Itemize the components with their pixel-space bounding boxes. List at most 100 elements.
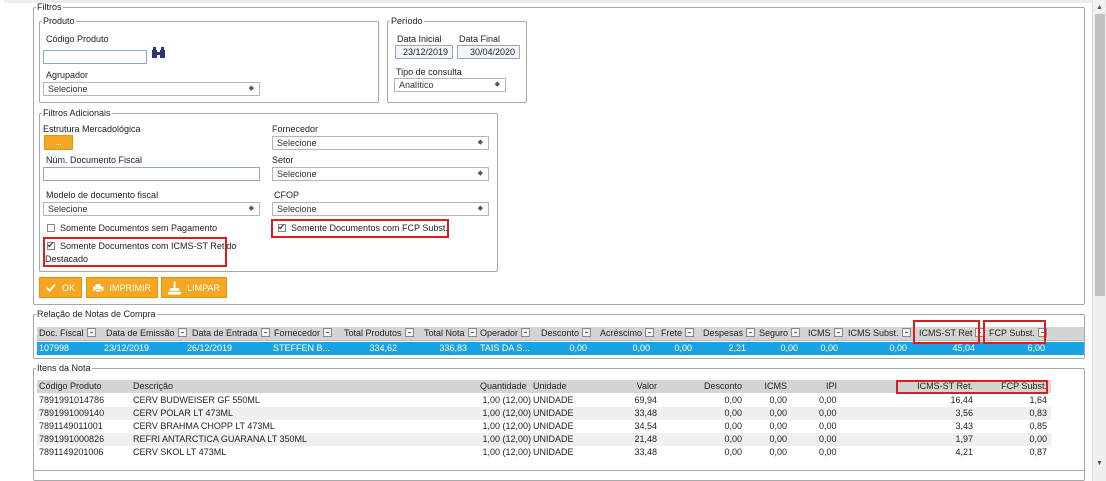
table-cell: 6,00 [1027, 343, 1045, 353]
col-header[interactable]: Desconto [702, 381, 742, 391]
table-cell: 0,00 [724, 408, 742, 418]
tipo-consulta-select[interactable]: Analítico ◆ [394, 78, 506, 92]
col-header[interactable]: Quantidade [480, 381, 527, 391]
col-header[interactable]: Valor [617, 381, 657, 391]
table-row[interactable]: 7891149011001 CERV BRAHMA CHOPP LT 473ML… [37, 420, 1051, 433]
table-cell: 34,54 [634, 421, 657, 431]
relacao-notas-legend: Relação de Notas de Compra [37, 309, 156, 319]
setor-select[interactable]: Selecione ◆ [272, 167, 489, 181]
table-cell: 1,00 (12,00) [482, 434, 531, 444]
fornecedor-select[interactable]: Selecione ◆ [272, 136, 489, 150]
col-header[interactable]: Acréscimo [600, 328, 655, 338]
col-header[interactable]: Operador [480, 328, 531, 338]
column-menu-icon[interactable] [260, 328, 270, 337]
table-row[interactable]: 7891991000826 REFRI ANTARCTICA GUARANA L… [37, 433, 1051, 446]
agrupador-select[interactable]: Selecione ◆ [43, 82, 260, 96]
col-header[interactable]: ICMS [808, 328, 843, 338]
column-menu-icon[interactable] [685, 328, 695, 337]
col-header[interactable]: Unidade [533, 381, 567, 391]
table-cell: 7891991014786 [39, 395, 105, 405]
table-row[interactable]: 7891149201006 CERV SKOL LT 473ML 1,00 (1… [37, 446, 1051, 459]
column-menu-icon[interactable] [791, 328, 801, 337]
col-header[interactable]: ICMS Subst. [848, 328, 911, 338]
column-menu-icon[interactable] [404, 328, 414, 337]
table-cell: UNIDADE [533, 421, 574, 431]
select-arrow-icon: ◆ [477, 205, 483, 212]
table-cell: 0,00 [819, 408, 837, 418]
column-menu-icon[interactable] [746, 328, 756, 337]
table-cell: CERV POLAR LT 473ML [133, 408, 234, 418]
col-header[interactable]: IPI [797, 381, 837, 391]
col-header[interactable]: Total Nota [424, 328, 477, 338]
col-header[interactable]: Código Produto [39, 381, 102, 391]
codigo-produto-input[interactable] [43, 50, 147, 64]
table-cell: UNIDADE [533, 447, 574, 457]
table-cell: UNIDADE [533, 395, 574, 405]
table-cell: 1,64 [1029, 395, 1047, 405]
vertical-scrollbar[interactable]: ▲ ▼ [1092, 0, 1106, 481]
table-cell: 1,00 (12,00) [482, 447, 531, 457]
column-menu-icon[interactable] [521, 328, 531, 337]
column-menu-icon[interactable] [86, 328, 96, 337]
table-cell: CERV BUDWEISER GF 550ML [133, 395, 260, 405]
table-cell: UNIDADE [533, 408, 574, 418]
select-arrow-icon: ◆ [248, 85, 254, 92]
highlight-icms-st-ret-column [913, 320, 980, 344]
modelo-documento-select[interactable]: Selecione ◆ [43, 202, 260, 216]
col-header[interactable]: Desconto [541, 328, 592, 338]
eraser-icon [168, 280, 182, 295]
scroll-up-arrow-icon[interactable]: ▲ [1096, 4, 1103, 11]
ok-button[interactable]: OK [39, 277, 82, 298]
limpar-button[interactable]: LIMPAR [161, 277, 227, 298]
modelo-documento-label: Modelo de documento fiscal [46, 190, 159, 200]
table-cell: 0,00 [819, 447, 837, 457]
col-header[interactable]: Data de Entrada [192, 328, 270, 338]
col-header[interactable]: Descrição [133, 381, 173, 391]
table-cell: 0,00 [724, 421, 742, 431]
table-cell: 7891991009140 [39, 408, 105, 418]
checkbox-unchecked[interactable] [47, 224, 55, 232]
chk-sem-pagamento[interactable]: Somente Documentos sem Pagamento [47, 223, 217, 233]
column-menu-icon[interactable] [901, 328, 911, 337]
tipo-consulta-label: Tipo de consulta [396, 67, 462, 77]
modelo-documento-value: Selecione [48, 204, 88, 214]
binoculars-search-icon[interactable] [151, 47, 166, 59]
fornecedor-label: Fornecedor [272, 124, 319, 134]
table-cell: 69,94 [634, 395, 657, 405]
setor-value: Selecione [277, 169, 317, 179]
col-header[interactable]: Total Produtos [344, 328, 414, 338]
col-header[interactable]: Despesas [703, 328, 756, 338]
table-row[interactable]: 7891991014786 CERV BUDWEISER GF 550ML 1,… [37, 394, 1051, 407]
num-documento-fiscal-input[interactable] [43, 167, 260, 181]
agrupador-label: Agrupador [46, 70, 89, 80]
data-inicial-input[interactable]: 23/12/2019 [395, 45, 453, 59]
table-cell: 0,00 [820, 343, 838, 353]
data-final-input[interactable]: 30/04/2020 [457, 45, 520, 59]
highlight-fcp-subst-column [983, 320, 1046, 344]
scrollbar-thumb[interactable] [1095, 14, 1105, 296]
table-row[interactable]: 7891991009140 CERV POLAR LT 473ML 1,00 (… [37, 407, 1051, 420]
cfop-select[interactable]: Selecione ◆ [272, 202, 489, 216]
table-cell: 0,00 [769, 421, 787, 431]
col-header[interactable]: Data de Emissão [106, 328, 187, 338]
num-documento-fiscal-label: Núm. Documento Fiscal [46, 155, 143, 165]
column-menu-icon[interactable] [323, 328, 333, 337]
col-header[interactable]: ICMS [747, 381, 788, 391]
column-menu-icon[interactable] [467, 328, 477, 337]
col-header[interactable]: Doc. Fiscal [39, 328, 96, 338]
table-cell: 0,00 [769, 447, 787, 457]
col-header[interactable]: Seguro [759, 328, 801, 338]
table-cell: 1,00 (12,00) [482, 421, 531, 431]
column-menu-icon[interactable] [645, 328, 655, 337]
estrutura-mercadologica-button[interactable]: ... [44, 135, 73, 150]
col-header[interactable]: Frete [661, 328, 695, 338]
table-cell: 0,00 [889, 343, 907, 353]
col-header[interactable]: Fornecedor [274, 328, 333, 338]
table-cell: 7891149011001 [39, 421, 103, 431]
column-menu-icon[interactable] [582, 328, 592, 337]
setor-label: Setor [272, 155, 294, 165]
scroll-down-arrow-icon[interactable]: ▼ [1096, 460, 1103, 467]
imprimir-button[interactable]: IMPRIMIR [86, 277, 158, 298]
column-menu-icon[interactable] [833, 328, 843, 337]
column-menu-icon[interactable] [177, 328, 187, 337]
